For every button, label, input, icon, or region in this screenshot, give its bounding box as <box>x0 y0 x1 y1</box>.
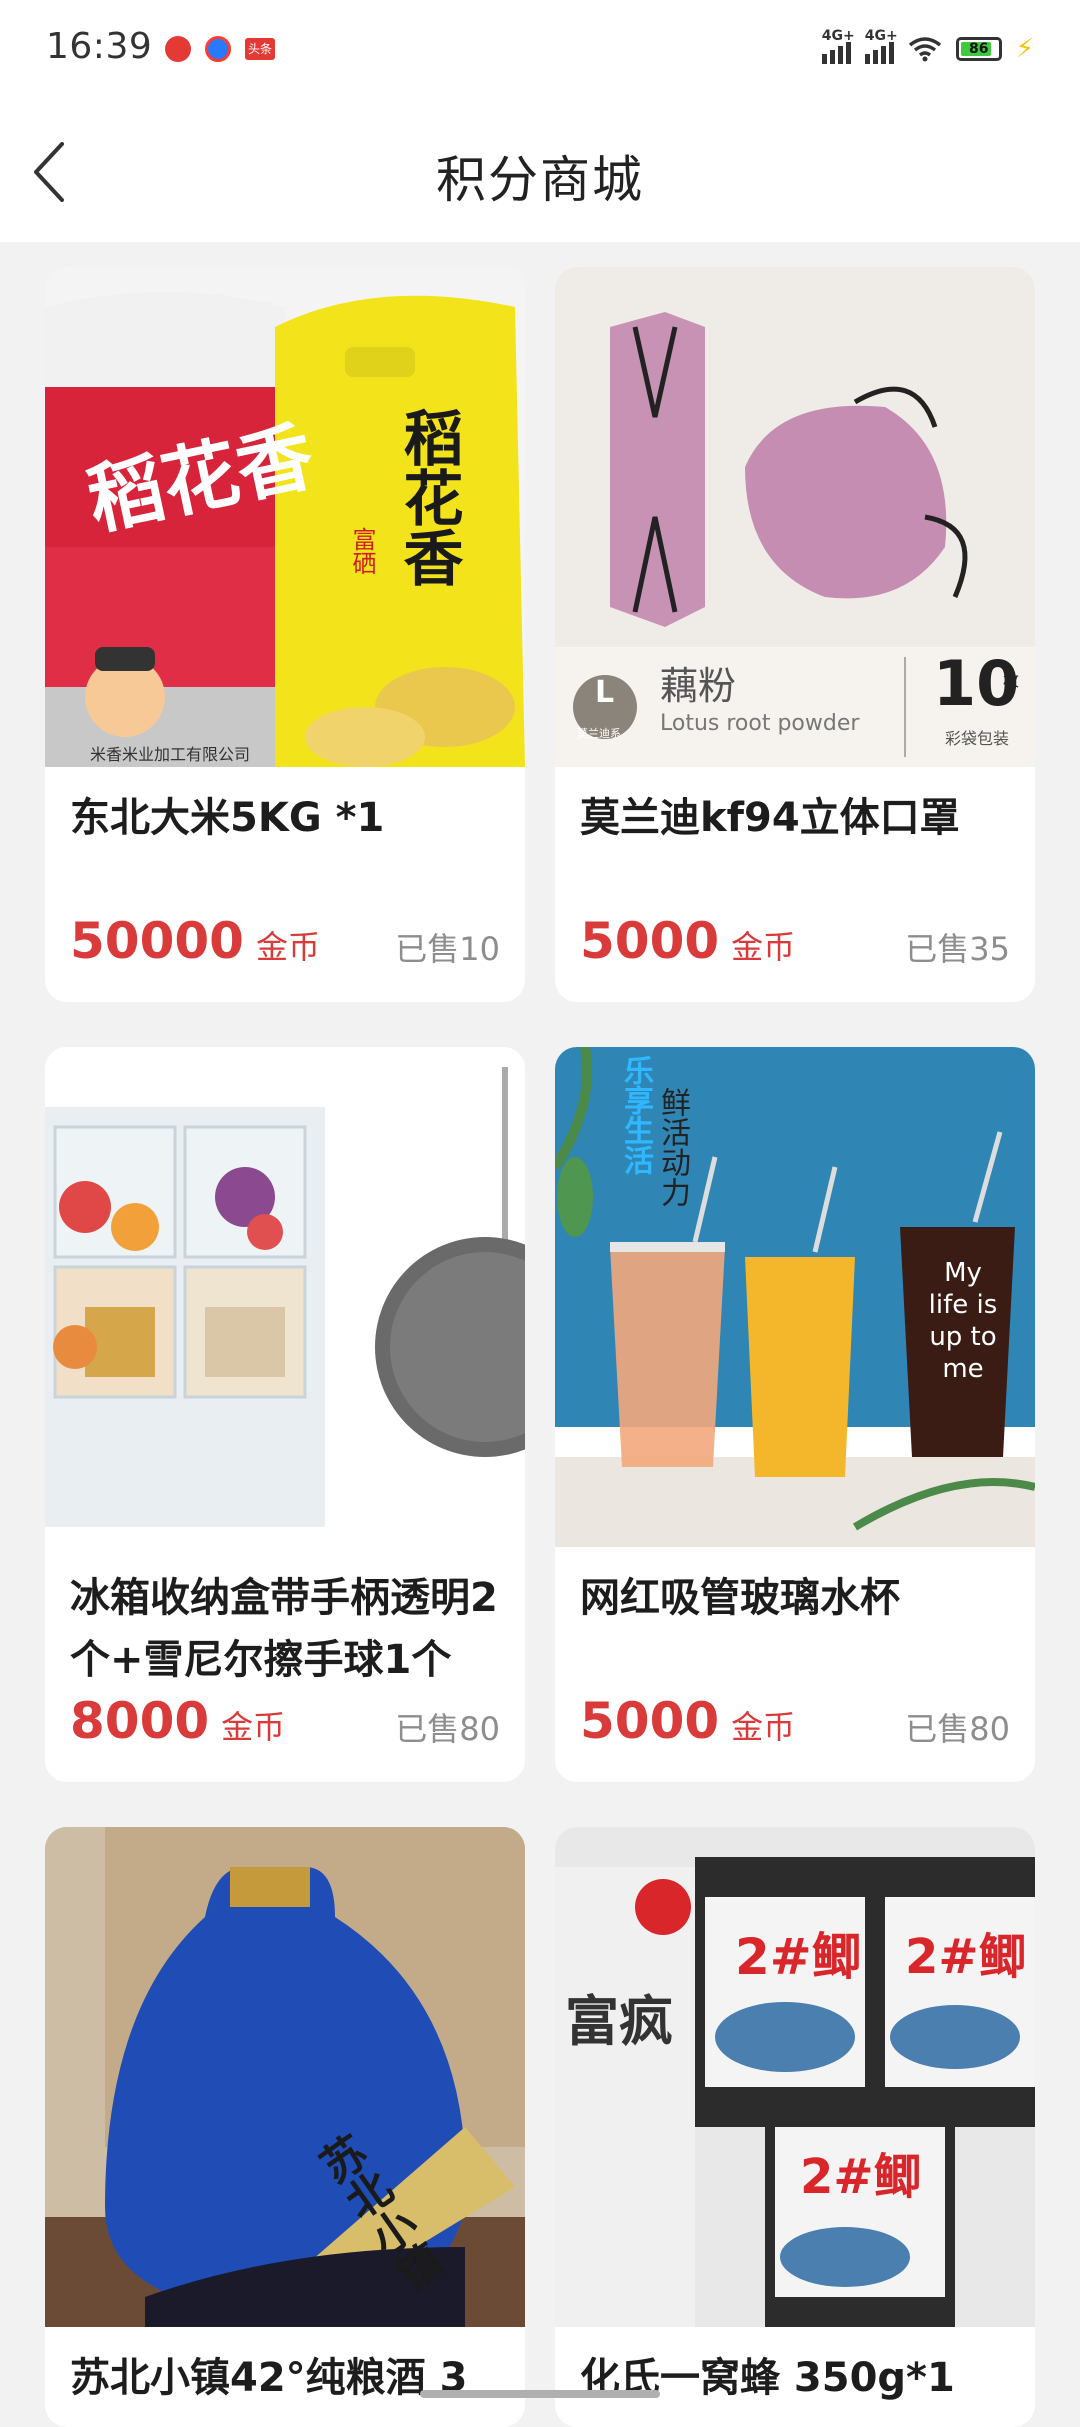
sold-count: 已售80 <box>905 1710 1010 1748</box>
charging-icon: ⚡ <box>1015 34 1034 64</box>
mask-pack-label: 彩袋包装 <box>945 729 1010 748</box>
status-time: 16:39 <box>46 26 153 67</box>
product-image: 稻花香 稻花香 富硒 米香米业加工有限公司 <box>45 267 525 767</box>
mask-color-label: 藕粉 <box>660 664 737 708</box>
product-image <box>45 1047 525 1547</box>
signal-icon: 4G+ <box>821 28 855 64</box>
rice-bag-label: 稻花香 <box>393 407 463 587</box>
app-notification-icon <box>205 36 231 62</box>
product-title: 东北大米5KG *1 <box>70 795 385 841</box>
product-title: 冰箱收纳盒带手柄透明2个+雪尼尔擦手球1个 <box>70 1575 498 1683</box>
product-card[interactable]: 稻花香 稻花香 富硒 米香米业加工有限公司 东北大米5KG *1 50000 金币… <box>45 267 525 1002</box>
product-image: L 莫兰迪系 藕粉 Lotus root powder 10 枚 彩袋包装 <box>555 267 1035 767</box>
bait-label: 2#鲫 <box>905 1929 1027 1985</box>
product-card[interactable]: 2#鲫 2#鲫 2#鲫 富疯 化氏一窝蜂 350g*1 <box>555 1827 1035 2427</box>
product-price: 50000 金币 <box>70 912 320 970</box>
mask-size-label: L <box>595 675 615 710</box>
battery-icon: 86 <box>955 37 1002 61</box>
product-card[interactable]: L 莫兰迪系 藕粉 Lotus root powder 10 枚 彩袋包装 莫兰… <box>555 267 1035 1002</box>
notification-icons: 头条 <box>165 36 275 62</box>
product-image: 苏北小镇 <box>45 1827 525 2327</box>
product-price: 5000 金币 <box>580 1692 796 1750</box>
product-card[interactable]: 乐享生活 鲜活动力 My life is up to me 网红吸管玻璃水杯 5… <box>555 1047 1035 1782</box>
product-image: 乐享生活 鲜活动力 My life is up to me <box>555 1047 1035 1547</box>
product-price: 5000 金币 <box>580 912 796 970</box>
mask-brand-label: 莫兰迪系 <box>577 727 621 740</box>
page-title: 积分商城 <box>436 151 644 209</box>
mask-color-en-label: Lotus root powder <box>660 711 860 736</box>
nav-bar: 积分商城 <box>0 100 1080 242</box>
cup-print: My life is up to me <box>928 1258 998 1384</box>
product-title: 网红吸管玻璃水杯 <box>580 1575 900 1621</box>
bait-brand-label: 富疯 <box>565 1990 673 2053</box>
mask-count-unit: 枚 <box>1003 671 1020 690</box>
app-notification-icon <box>165 36 191 62</box>
sold-count: 已售10 <box>395 930 500 968</box>
product-title: 莫兰迪kf94立体口罩 <box>580 795 960 841</box>
product-price: 8000 金币 <box>70 1692 286 1750</box>
signal-icon: 4G+ <box>864 28 898 64</box>
status-bar: 16:39 头条 4G+ 4G+ 86 ⚡ <box>0 0 1080 100</box>
sold-count: 已售35 <box>905 930 1010 968</box>
product-card[interactable]: 冰箱收纳盒带手柄透明2个+雪尼尔擦手球1个 8000 金币 已售80 <box>45 1047 525 1782</box>
home-indicator[interactable] <box>420 2390 660 2398</box>
product-card[interactable]: 苏北小镇 苏北小镇42°纯粮酒 3 <box>45 1827 525 2427</box>
rice-bag-label: 米香米业加工有限公司 <box>90 745 251 764</box>
rice-bag-label: 富硒 <box>348 527 376 575</box>
cup-slogan: 鲜活动力 <box>655 1087 690 1207</box>
toutiao-icon: 头条 <box>245 38 275 60</box>
bait-label: 2#鲫 <box>800 2149 922 2205</box>
bait-label: 2#鲫 <box>735 1928 862 1986</box>
sold-count: 已售80 <box>395 1710 500 1748</box>
product-image: 2#鲫 2#鲫 2#鲫 富疯 <box>555 1827 1035 2327</box>
wifi-icon <box>908 37 941 62</box>
system-indicators: 4G+ 4G+ 86 ⚡ <box>821 28 1034 64</box>
